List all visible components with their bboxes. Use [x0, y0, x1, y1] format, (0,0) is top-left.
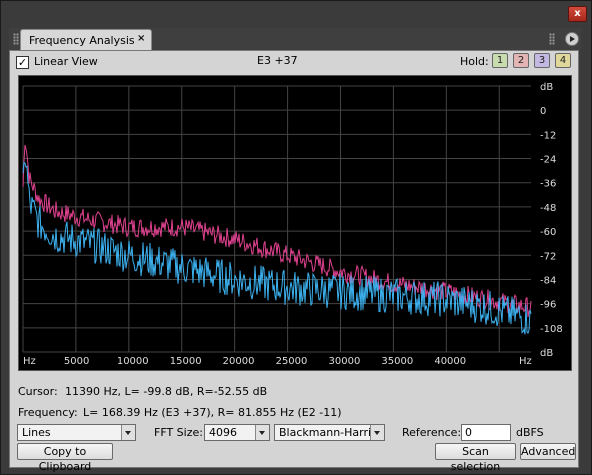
spectrum-plot[interactable]: dB 0 -12 -24 -36 -48 -60 -72 -84 -96 -108 dB Hz 5000 1… [18, 75, 572, 371]
panel-tab-bar: Frequency Analysis × [9, 28, 581, 50]
panel-menu-icon[interactable] [565, 32, 579, 46]
chevron-down-icon [370, 425, 384, 440]
x-tick-label: 40000 [434, 356, 466, 367]
chevron-down-icon [121, 425, 135, 440]
cursor-value: 11390 Hz, L= -99.8 dB, R=-52.55 dB [65, 385, 268, 398]
x-tick-label: 35000 [381, 356, 413, 367]
x-tick-label: Hz [23, 356, 36, 367]
y-tick-label: -96 [540, 300, 556, 311]
x-tick-label: 5000 [64, 356, 89, 367]
linear-view-checkbox[interactable]: ✓ [16, 56, 29, 69]
window-frame: x Frequency Analysis × ✓ Linear View E3 … [0, 0, 592, 475]
frequency-value: L= 168.39 Hz (E3 +37), R= 81.855 Hz (E2 … [83, 406, 342, 419]
note-readout: E3 +37 [257, 54, 298, 67]
fft-size-value: 4096 [209, 426, 237, 439]
hold-button-2[interactable]: 2 [513, 53, 529, 68]
window-function-select[interactable]: Blackmann-Harris [274, 424, 385, 441]
x-tick-label: 15000 [170, 356, 202, 367]
cursor-label: Cursor: [18, 385, 58, 398]
y-tick-label: -48 [540, 203, 556, 214]
y-tick-label: -12 [540, 130, 556, 141]
x-tick-label: 10000 [117, 356, 149, 367]
x-tick-label: 30000 [329, 356, 361, 367]
y-tick-label: dB [540, 82, 553, 93]
hold-button-4[interactable]: 4 [555, 53, 571, 68]
fft-size-label: FFT Size: [154, 426, 203, 439]
window-close-button[interactable]: x [568, 6, 587, 22]
reference-unit: dBFS [516, 426, 544, 439]
advanced-button[interactable]: Advanced [520, 443, 576, 460]
tab-close-icon[interactable]: × [137, 33, 145, 44]
y-tick-label: dB [540, 348, 553, 359]
y-tick-label: 0 [540, 106, 546, 117]
y-tick-label: -84 [540, 275, 556, 286]
hold-button-3[interactable]: 3 [534, 53, 550, 68]
window-function-value: Blackmann-Harris [279, 426, 377, 439]
y-tick-label: -108 [540, 324, 563, 335]
y-tick-label: -36 [540, 179, 556, 190]
drag-grip-icon[interactable] [13, 33, 19, 45]
frequency-analysis-panel: ✓ Linear View E3 +37 Hold: 1 2 3 4 dB 0 -1… [9, 50, 579, 473]
x-tick-label: 25000 [276, 356, 308, 367]
fft-size-select[interactable]: 4096 [204, 424, 270, 441]
x-tick-label: Hz [519, 356, 532, 367]
hold-button-1[interactable]: 1 [492, 53, 508, 68]
y-tick-label: -24 [540, 155, 556, 166]
scan-selection-button[interactable]: Scan selection [435, 443, 516, 473]
y-tick-label: -72 [540, 251, 556, 262]
reference-input[interactable]: 0 [461, 424, 511, 441]
chevron-down-icon [255, 425, 269, 440]
x-tick-label: 20000 [223, 356, 255, 367]
reference-label: Reference: [402, 426, 462, 439]
linear-view-label: Linear View [34, 55, 98, 68]
tab-frequency-analysis[interactable]: Frequency Analysis × [20, 29, 152, 50]
spectrum-chart: dB 0 -12 -24 -36 -48 -60 -72 -84 -96 -108 dB Hz 5000 1… [22, 82, 563, 367]
hold-label: Hold: [460, 55, 489, 68]
panel-grip-icon[interactable] [549, 33, 555, 45]
copy-to-clipboard-button[interactable]: Copy to Clipboard [17, 443, 113, 473]
frequency-label: Frequency: [18, 406, 78, 419]
display-mode-value: Lines [22, 426, 51, 439]
series-right-line [22, 161, 532, 335]
display-mode-select[interactable]: Lines [17, 424, 136, 441]
tab-title: Frequency Analysis [29, 34, 135, 47]
y-tick-label: -60 [540, 227, 556, 238]
